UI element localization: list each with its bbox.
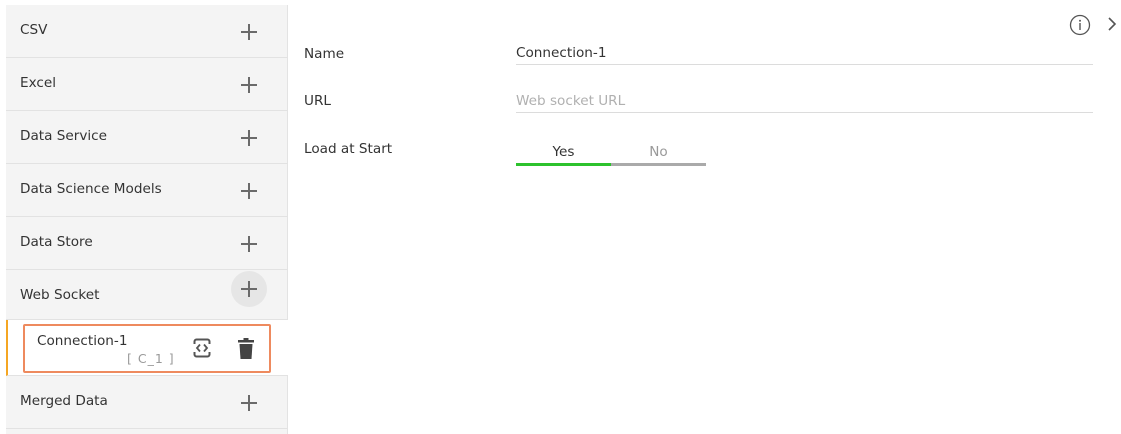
plus-icon (241, 395, 257, 411)
url-input[interactable] (516, 93, 1093, 113)
datasource-sidebar: CSV Excel Data Service Data Science Mode… (6, 5, 288, 434)
sidebar-item-data-service[interactable]: Data Service (6, 111, 288, 164)
plus-icon (241, 281, 257, 297)
url-label: URL (304, 93, 331, 109)
load-at-start-label: Load at Start (304, 141, 393, 157)
add-excel-button[interactable] (231, 67, 267, 103)
sidebar-item-data-store[interactable]: Data Store (6, 217, 288, 270)
plus-icon (241, 183, 257, 199)
add-data-store-button[interactable] (231, 226, 267, 262)
sidebar-item-label: Data Service (20, 128, 108, 144)
connection-id: [ C_1 ] (127, 351, 175, 366)
plus-icon (241, 77, 257, 93)
name-label: Name (304, 46, 345, 62)
trash-icon[interactable] (238, 338, 254, 359)
toggle-no-option[interactable]: No (611, 141, 706, 166)
add-data-science-model-button[interactable] (231, 173, 267, 209)
chevron-right-icon[interactable] (1107, 16, 1117, 32)
sidebar-item-merged-data[interactable]: Merged Data (6, 376, 288, 429)
sidebar-item-label: CSV (20, 22, 48, 38)
sidebar-item-label: Data Store (20, 234, 93, 250)
name-input[interactable] (516, 45, 1093, 65)
info-icon[interactable] (1069, 14, 1091, 36)
sidebar-item-excel[interactable]: Excel (6, 58, 288, 111)
sidebar-item-data-science-models[interactable]: Data Science Models (6, 164, 288, 217)
add-merged-data-button[interactable] (231, 385, 267, 421)
load-at-start-toggle: Yes No (516, 141, 706, 166)
add-web-socket-button[interactable] (231, 271, 267, 307)
plus-icon (241, 130, 257, 146)
sidebar-item-label: Data Science Models (20, 181, 162, 197)
code-icon[interactable] (193, 338, 211, 358)
sidebar-item-label: Excel (20, 75, 57, 91)
connection-name: Connection-1 (37, 333, 128, 349)
plus-icon (241, 236, 257, 252)
sidebar-item-csv[interactable]: CSV (6, 5, 288, 58)
add-csv-button[interactable] (231, 14, 267, 50)
sidebar-item-label: Merged Data (20, 393, 108, 409)
toggle-yes-option[interactable]: Yes (516, 141, 611, 166)
plus-icon (241, 24, 257, 40)
add-data-service-button[interactable] (231, 120, 267, 156)
sidebar-item-label: Web Socket (20, 287, 100, 303)
